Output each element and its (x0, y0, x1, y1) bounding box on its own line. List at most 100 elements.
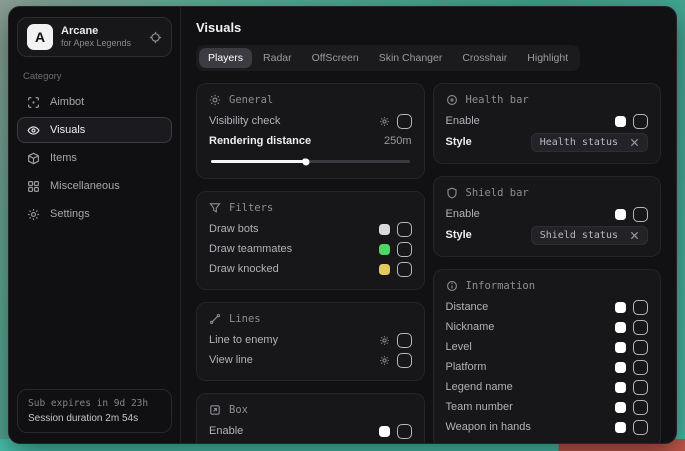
sidebar-item-label: Visuals (50, 124, 85, 136)
general-panel: General Visibility check (196, 83, 425, 179)
health-icon (446, 94, 458, 106)
tab-skin-changer[interactable]: Skin Changer (370, 48, 452, 68)
line-to-enemy-checkbox[interactable] (397, 333, 412, 348)
health-enable-checkbox[interactable] (633, 114, 648, 129)
setting-row-platform: Platform (446, 357, 649, 377)
setting-row-visibility-check: Visibility check (209, 111, 412, 131)
draw-knocked-color-swatch[interactable] (379, 264, 390, 275)
filters-panel: Filters Draw bots Draw teammates (196, 191, 425, 290)
weapon-in-hands-checkbox[interactable] (633, 420, 648, 435)
section-title: Box (229, 404, 248, 416)
funnel-icon (209, 202, 221, 214)
brand-title: Arcane (61, 25, 131, 39)
close-icon[interactable] (630, 138, 639, 147)
draw-bots-color-swatch[interactable] (379, 224, 390, 235)
section-title: Shield bar (466, 187, 529, 199)
subscription-info-card: Sub expires in 9d 23h Session duration 2… (17, 389, 172, 433)
tab-crosshair[interactable]: Crosshair (453, 48, 516, 68)
option-gear-icon[interactable] (379, 116, 390, 127)
session-duration-text: Session duration 2m 54s (28, 413, 161, 424)
box-enable-checkbox[interactable] (397, 424, 412, 439)
sidebar-item-miscellaneous[interactable]: Miscellaneous (17, 173, 172, 199)
tab-players[interactable]: Players (199, 48, 252, 68)
view-line-checkbox[interactable] (397, 353, 412, 368)
setting-row-legend-name: Legend name (446, 377, 649, 397)
tab-radar[interactable]: Radar (254, 48, 301, 68)
rendering-distance-slider[interactable] (211, 160, 410, 163)
health-bar-header: Health bar (446, 94, 649, 106)
section-title: Lines (229, 313, 261, 325)
distance-color-swatch[interactable] (615, 302, 626, 313)
target-icon[interactable] (149, 31, 162, 44)
shield-bar-panel: Shield bar Enable Style Shield status (433, 176, 662, 257)
level-checkbox[interactable] (633, 340, 648, 355)
shield-style-tag: Shield status (540, 230, 618, 241)
sidebar-item-visuals[interactable]: Visuals (17, 117, 172, 143)
nickname-color-swatch[interactable] (615, 322, 626, 333)
setting-row-draw-teammates: Draw teammates (209, 239, 412, 259)
health-style-select[interactable]: Health status (531, 133, 648, 152)
setting-row-rendering-distance: Rendering distance 250m (209, 131, 412, 151)
setting-row-health-enable: Enable (446, 111, 649, 131)
brand-card: A Arcane for Apex Legends (17, 17, 172, 57)
line-icon (209, 313, 221, 325)
health-style-tag: Health status (540, 137, 618, 148)
level-color-swatch[interactable] (615, 342, 626, 353)
sub-expires-text: Sub expires in 9d 23h (28, 398, 161, 409)
box-color-swatch[interactable] (379, 426, 390, 437)
setting-row-shield-style: Style Shield status (446, 224, 649, 246)
shield-color-swatch[interactable] (615, 209, 626, 220)
eye-icon (27, 124, 40, 137)
grid-icon (27, 180, 40, 193)
setting-row-level: Level (446, 337, 649, 357)
sidebar-nav: Aimbot Visuals Items (17, 89, 172, 227)
platform-checkbox[interactable] (633, 360, 648, 375)
health-color-swatch[interactable] (615, 116, 626, 127)
brand-logo: A (27, 24, 53, 50)
team-number-checkbox[interactable] (633, 400, 648, 415)
weapon-in-hands-color-swatch[interactable] (615, 422, 626, 433)
shield-style-select[interactable]: Shield status (531, 226, 648, 245)
close-icon[interactable] (630, 231, 639, 240)
box-icon (209, 404, 221, 416)
tab-offscreen[interactable]: OffScreen (303, 48, 368, 68)
shield-enable-checkbox[interactable] (633, 207, 648, 222)
distance-checkbox[interactable] (633, 300, 648, 315)
information-panel: Information Distance Nickname (433, 269, 662, 443)
info-icon (446, 280, 458, 292)
draw-knocked-checkbox[interactable] (397, 262, 412, 277)
team-number-color-swatch[interactable] (615, 402, 626, 413)
setting-row-nickname: Nickname (446, 317, 649, 337)
sidebar-item-label: Miscellaneous (50, 180, 120, 192)
section-title: Information (466, 280, 536, 292)
nickname-checkbox[interactable] (633, 320, 648, 335)
sidebar-item-settings[interactable]: Settings (17, 201, 172, 227)
section-title: General (229, 94, 273, 106)
section-title: Filters (229, 202, 273, 214)
app-window: A Arcane for Apex Legends Category (8, 6, 677, 444)
sidebar-item-label: Settings (50, 208, 90, 220)
sidebar-item-aimbot[interactable]: Aimbot (17, 89, 172, 115)
sidebar-item-label: Aimbot (50, 96, 84, 108)
option-gear-icon[interactable] (379, 355, 390, 366)
visibility-check-checkbox[interactable] (397, 114, 412, 129)
box-panel: Box Enable Enable background (196, 393, 425, 443)
lines-panel: Lines Line to enemy (196, 302, 425, 381)
filters-header: Filters (209, 202, 412, 214)
settings-columns: General Visibility check (196, 83, 661, 443)
draw-bots-checkbox[interactable] (397, 222, 412, 237)
brand-texts: Arcane for Apex Legends (61, 25, 131, 50)
legend-name-color-swatch[interactable] (615, 382, 626, 393)
sidebar-item-items[interactable]: Items (17, 145, 172, 171)
option-gear-icon[interactable] (379, 335, 390, 346)
draw-teammates-color-swatch[interactable] (379, 244, 390, 255)
legend-name-checkbox[interactable] (633, 380, 648, 395)
sidebar-item-label: Items (50, 152, 77, 164)
cube-icon (27, 152, 40, 165)
setting-row-team-number: Team number (446, 397, 649, 417)
main-content: Visuals Players Radar OffScreen Skin Cha… (181, 7, 676, 443)
tab-highlight[interactable]: Highlight (518, 48, 577, 68)
platform-color-swatch[interactable] (615, 362, 626, 373)
draw-teammates-checkbox[interactable] (397, 242, 412, 257)
slider-knob[interactable] (303, 158, 310, 165)
